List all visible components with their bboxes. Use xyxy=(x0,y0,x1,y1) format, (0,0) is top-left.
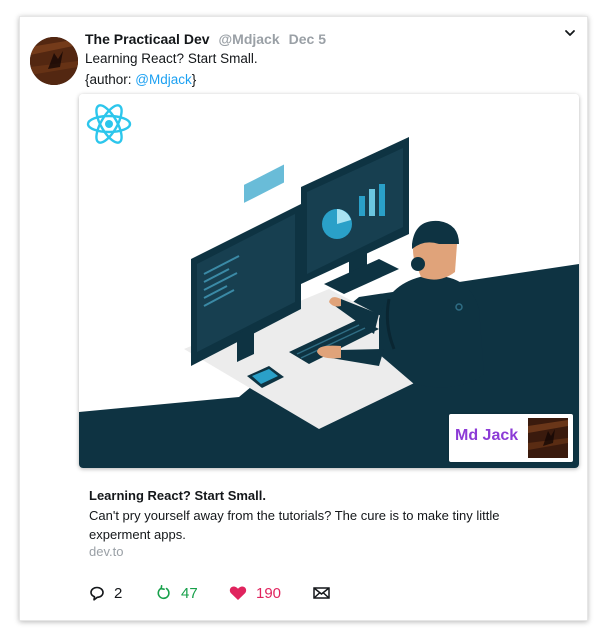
link-card-description: Can't pry yourself away from the tutoria… xyxy=(89,508,500,542)
reply-button[interactable]: 2 xyxy=(89,583,122,603)
reply-icon xyxy=(90,586,104,601)
link-card-image[interactable]: Md Jack xyxy=(79,94,579,468)
author-badge: Md Jack xyxy=(449,414,573,462)
developer-illustration xyxy=(79,94,579,468)
author-badge-name: Md Jack xyxy=(455,427,519,444)
author-line-suffix: } xyxy=(191,72,197,87)
retweet-button[interactable]: 47 xyxy=(156,583,198,603)
author-name[interactable]: The Practicaal Dev xyxy=(85,31,210,47)
avatar[interactable] xyxy=(30,37,78,85)
author-mention-link[interactable]: @Mdjack xyxy=(135,72,191,87)
link-card-title[interactable]: Learning React? Start Small. xyxy=(89,488,266,503)
tweet-author-line: {author: @Mdjack} xyxy=(85,72,196,87)
chevron-down-icon[interactable] xyxy=(563,26,577,40)
like-button[interactable]: 190 xyxy=(229,583,281,603)
retweet-count: 47 xyxy=(181,584,198,602)
author-badge-avatar xyxy=(528,418,568,458)
link-card-domain: dev.to xyxy=(89,544,124,559)
reply-count: 2 xyxy=(114,584,123,602)
react-logo-icon xyxy=(86,104,132,144)
heart-icon xyxy=(229,586,247,600)
direct-message-button[interactable] xyxy=(313,583,330,603)
author-handle[interactable]: @Mdjack xyxy=(219,31,280,47)
tweet-header: The Practicaal Dev @Mdjack Dec 5 xyxy=(85,30,326,48)
tweet-card[interactable]: The Practicaal Dev @Mdjack Dec 5 Learning … xyxy=(19,16,588,621)
tweet-date[interactable]: Dec 5 xyxy=(289,31,326,47)
tweet-text: Learning React? Start Small. xyxy=(85,51,258,66)
mail-icon xyxy=(313,587,330,599)
author-line-prefix: {author: xyxy=(85,72,136,87)
retweet-icon xyxy=(157,585,170,600)
like-count: 190 xyxy=(256,584,282,602)
